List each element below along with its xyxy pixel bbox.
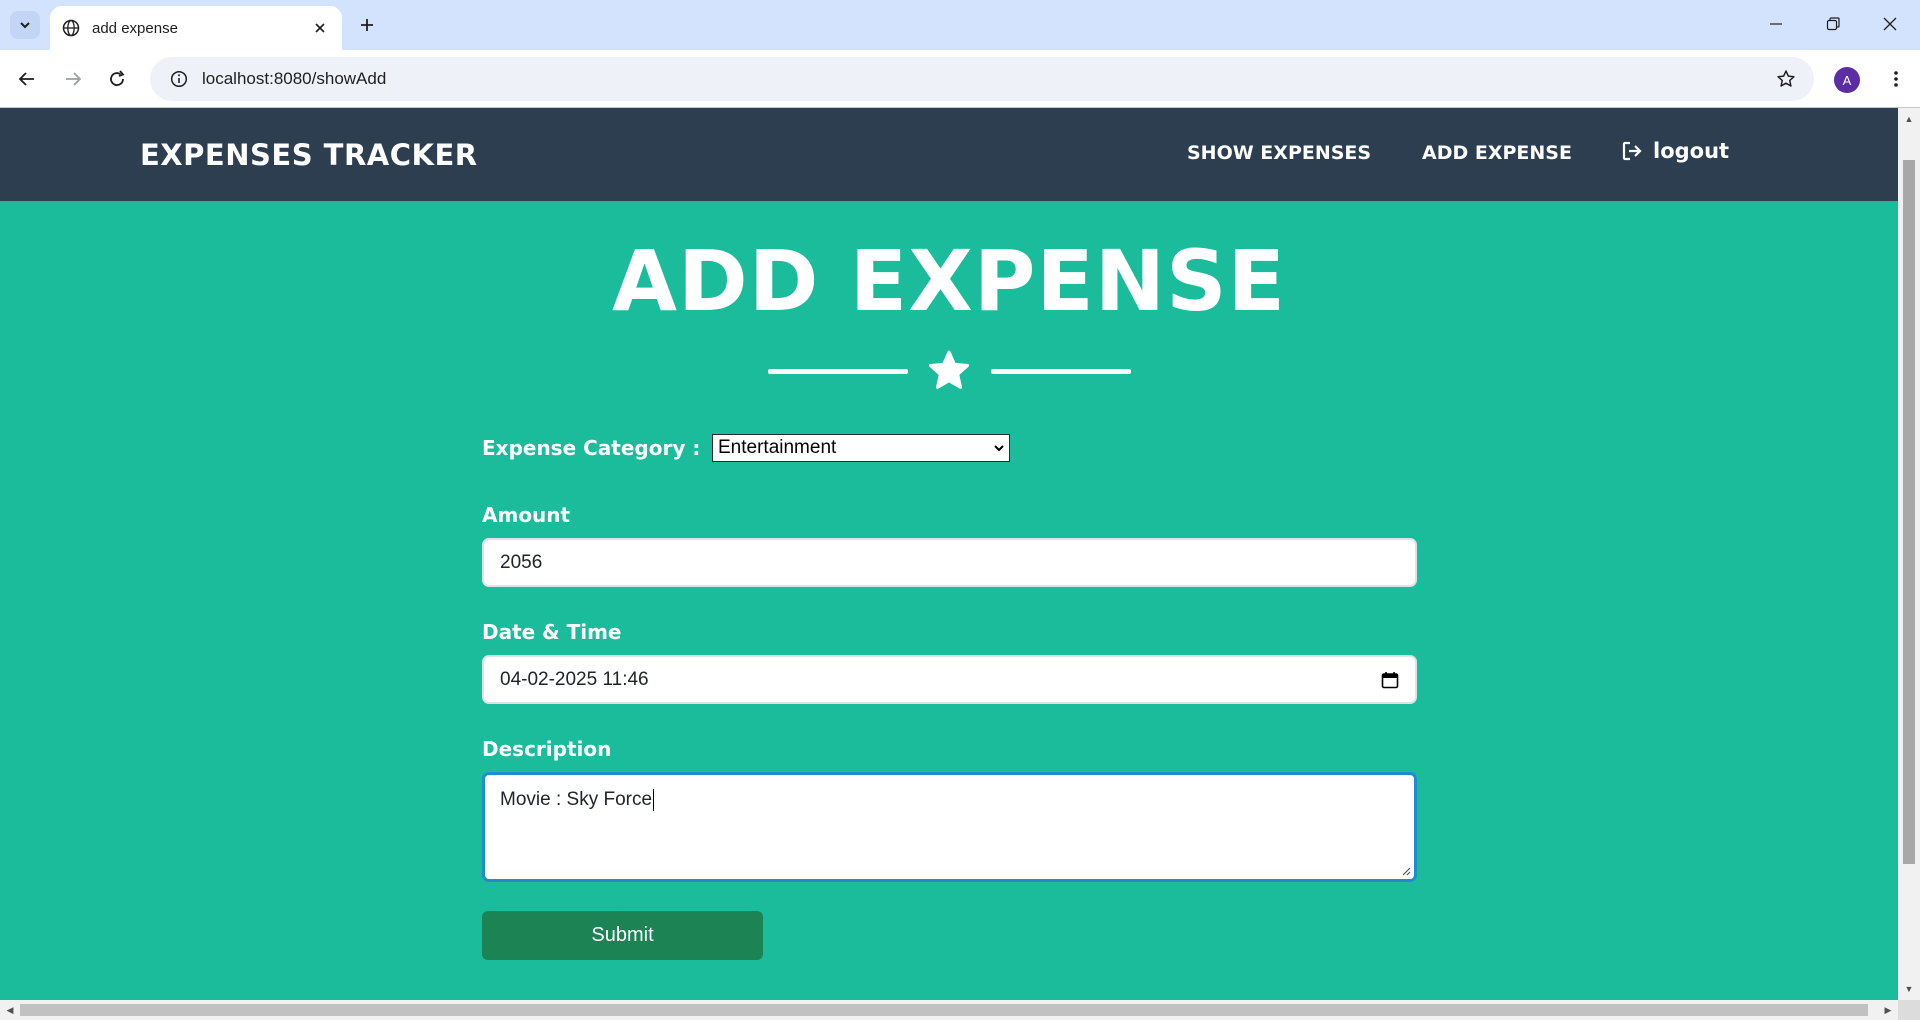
scroll-down-arrow-icon[interactable]: ▼ — [1902, 982, 1916, 996]
page-title: ADD EXPENSE — [612, 232, 1286, 330]
info-icon[interactable] — [170, 70, 188, 88]
arrow-left-icon — [18, 72, 34, 86]
browser-tab[interactable]: add expense — [50, 6, 342, 50]
forward-button[interactable] — [57, 63, 89, 95]
logout-icon — [1622, 141, 1642, 161]
browser-toolbar: localhost:8080/showAdd A — [0, 50, 1920, 108]
category-select[interactable]: Entertainment — [712, 434, 1010, 462]
category-select-value: Entertainment — [718, 437, 837, 458]
nav-show-expenses[interactable]: SHOW EXPENSES — [1187, 142, 1371, 164]
amount-input[interactable]: 2056 — [482, 538, 1417, 587]
close-icon — [315, 22, 325, 33]
plus-icon — [361, 19, 373, 31]
submit-button[interactable]: Submit — [482, 911, 763, 960]
scroll-up-arrow-icon[interactable]: ▲ — [1902, 112, 1916, 126]
calendar-icon[interactable] — [1381, 671, 1399, 689]
nav-logout[interactable]: logout — [1621, 139, 1729, 163]
restore-button[interactable] — [1813, 6, 1853, 42]
text-caret — [653, 789, 655, 811]
back-button[interactable] — [11, 63, 43, 95]
browser-menu-button[interactable] — [1880, 63, 1912, 95]
address-bar[interactable]: localhost:8080/showAdd — [150, 57, 1814, 101]
vertical-scrollbar[interactable]: ▲ ▼ — [1898, 108, 1920, 1000]
tab-close-button[interactable] — [310, 18, 330, 39]
brand-logo[interactable]: EXPENSES TRACKER — [140, 138, 478, 172]
tab-title: add expense — [92, 19, 178, 37]
more-vertical-icon — [1894, 71, 1898, 87]
vertical-scroll-thumb[interactable] — [1903, 160, 1915, 864]
minimize-icon — [1770, 23, 1782, 25]
description-textarea[interactable]: Movie : Sky Force — [482, 772, 1417, 882]
chevron-down-icon — [20, 22, 30, 29]
bookmark-button[interactable] — [1766, 59, 1806, 99]
datetime-input[interactable]: 04-02-2025 11:46 — [482, 655, 1417, 704]
description-label: Description — [482, 737, 612, 761]
reload-button[interactable] — [101, 63, 133, 95]
horizontal-scroll-thumb[interactable] — [20, 1004, 1868, 1016]
url-text[interactable]: localhost:8080/showAdd — [202, 69, 1766, 89]
datetime-label: Date & Time — [482, 620, 622, 644]
star-outline-icon — [1777, 70, 1795, 87]
scrollbar-corner — [1898, 1000, 1920, 1020]
minimize-button[interactable] — [1756, 6, 1796, 42]
category-label: Expense Category : — [482, 436, 701, 460]
tab-search-button[interactable] — [10, 11, 40, 39]
new-tab-button[interactable] — [352, 10, 382, 40]
close-window-button[interactable] — [1870, 6, 1910, 42]
divider-line-right — [991, 369, 1131, 374]
description-value: Movie : Sky Force — [500, 789, 653, 811]
star-icon — [928, 350, 970, 389]
amount-value: 2056 — [500, 551, 543, 573]
browser-tab-strip: add expense — [0, 0, 1920, 50]
globe-icon — [62, 19, 80, 37]
resize-grip-icon[interactable] — [1401, 866, 1411, 876]
scroll-right-arrow-icon[interactable]: ▶ — [1881, 1003, 1895, 1017]
profile-avatar[interactable]: A — [1834, 67, 1860, 93]
arrow-right-icon — [66, 72, 82, 86]
reload-icon — [110, 70, 125, 86]
scroll-left-arrow-icon[interactable]: ◀ — [3, 1003, 17, 1017]
amount-label: Amount — [482, 503, 571, 527]
logout-label: logout — [1653, 139, 1730, 163]
chevron-down-icon — [989, 442, 1009, 454]
divider-line-left — [768, 369, 908, 374]
nav-add-expense[interactable]: ADD EXPENSE — [1422, 142, 1572, 164]
horizontal-scrollbar[interactable]: ◀ ▶ — [0, 1000, 1898, 1020]
site-navbar: EXPENSES TRACKER SHOW EXPENSES ADD EXPEN… — [0, 108, 1898, 201]
restore-icon — [1826, 17, 1840, 31]
close-icon — [1883, 17, 1897, 31]
page-viewport: EXPENSES TRACKER SHOW EXPENSES ADD EXPEN… — [0, 108, 1898, 1000]
datetime-value: 04-02-2025 11:46 — [500, 668, 649, 690]
